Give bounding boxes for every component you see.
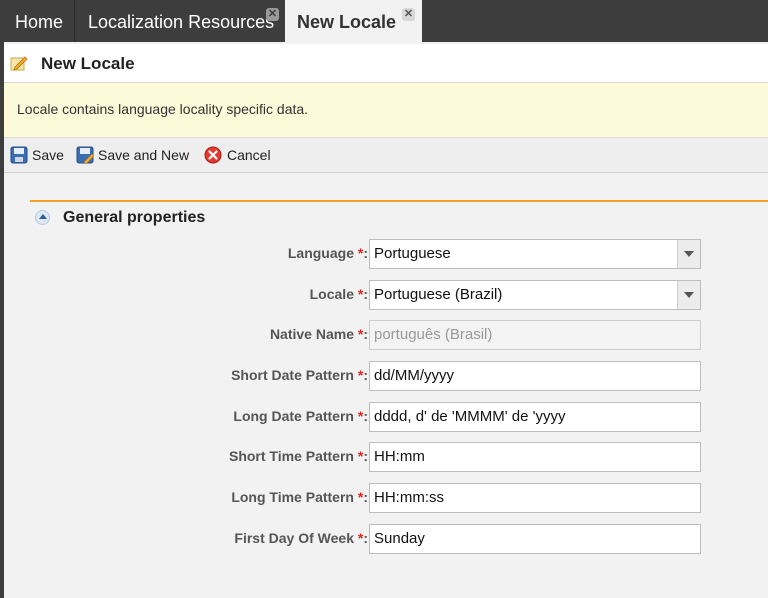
short-date-label: Short Date Pattern *: [231, 367, 368, 383]
short-date-row: Short Date Pattern *: dd/MM/yyyy [4, 361, 768, 391]
tab-localization-resources[interactable]: Localization Resources ✕ [74, 0, 285, 42]
language-value: Portuguese [374, 245, 451, 262]
save-new-icon [76, 146, 94, 164]
tab-localization-resources-label: Localization Resources [88, 12, 275, 32]
info-text: Locale contains language locality specif… [17, 101, 309, 117]
section-title: General properties [63, 209, 206, 226]
toolbar: Save Save and New Cancel [4, 138, 768, 173]
language-row: Language *: Portuguese [4, 239, 768, 269]
collapse-icon[interactable] [35, 210, 50, 225]
first-day-row: First Day Of Week *: Sunday [4, 524, 768, 554]
page-title: New Locale [41, 54, 135, 73]
long-time-row: Long Time Pattern *: HH:mm:ss [4, 483, 768, 513]
tab-home[interactable]: Home [0, 0, 74, 42]
long-date-pattern-field[interactable]: dddd, d' de 'MMMM' de 'yyyy [369, 402, 701, 432]
short-time-row: Short Time Pattern *: HH:mm [4, 442, 768, 472]
info-bar: Locale contains language locality specif… [4, 83, 768, 138]
first-day-label: First Day Of Week *: [234, 530, 368, 546]
cancel-icon [204, 146, 222, 164]
save-button-label: Save [32, 147, 64, 163]
form-area: General properties Language *: Portugues… [4, 173, 768, 598]
short-time-label: Short Time Pattern *: [228, 448, 368, 464]
tab-home-label: Home [15, 12, 64, 32]
long-date-label: Long Date Pattern *: [233, 408, 368, 424]
short-time-pattern-field[interactable]: HH:mm [369, 442, 701, 472]
content-panel: New Locale Locale contains language loca… [4, 42, 768, 598]
save-and-new-button[interactable]: Save and New [76, 145, 200, 165]
cancel-button[interactable]: Cancel [204, 145, 276, 165]
edit-note-icon [10, 56, 28, 71]
long-time-label: Long Time Pattern *: [231, 489, 368, 505]
language-select[interactable]: Portuguese [369, 239, 701, 269]
locale-row: Locale *: Portuguese (Brazil) [4, 280, 768, 310]
chevron-down-icon[interactable] [677, 281, 700, 309]
floppy-disk-icon [10, 146, 28, 164]
close-icon[interactable]: ✕ [266, 8, 279, 21]
save-button[interactable]: Save [10, 145, 72, 165]
long-date-row: Long Date Pattern *: dddd, d' de 'MMMM' … [4, 402, 768, 432]
locale-value: Portuguese (Brazil) [374, 286, 503, 303]
long-time-pattern-field[interactable]: HH:mm:ss [369, 483, 701, 513]
save-and-new-button-label: Save and New [98, 147, 190, 163]
first-day-of-week-field[interactable]: Sunday [369, 524, 701, 554]
section-divider [30, 200, 768, 202]
native-name-label: Native Name *: [269, 326, 368, 342]
chevron-down-icon[interactable] [677, 240, 700, 268]
native-name-row: Native Name *: português (Brasil) [4, 320, 768, 350]
cancel-button-label: Cancel [227, 147, 271, 163]
locale-label: Locale *: [309, 286, 368, 302]
tab-new-locale-label: New Locale [297, 12, 397, 32]
title-bar: New Locale [4, 44, 768, 83]
tab-new-locale[interactable]: New Locale ✕ [285, 0, 422, 42]
close-icon[interactable]: ✕ [402, 8, 415, 21]
language-label: Language *: [287, 245, 368, 261]
locale-select[interactable]: Portuguese (Brazil) [369, 280, 701, 310]
short-date-pattern-field[interactable]: dd/MM/yyyy [369, 361, 701, 391]
tab-bar: Home Localization Resources ✕ New Locale… [0, 0, 768, 42]
native-name-field: português (Brasil) [369, 320, 701, 350]
